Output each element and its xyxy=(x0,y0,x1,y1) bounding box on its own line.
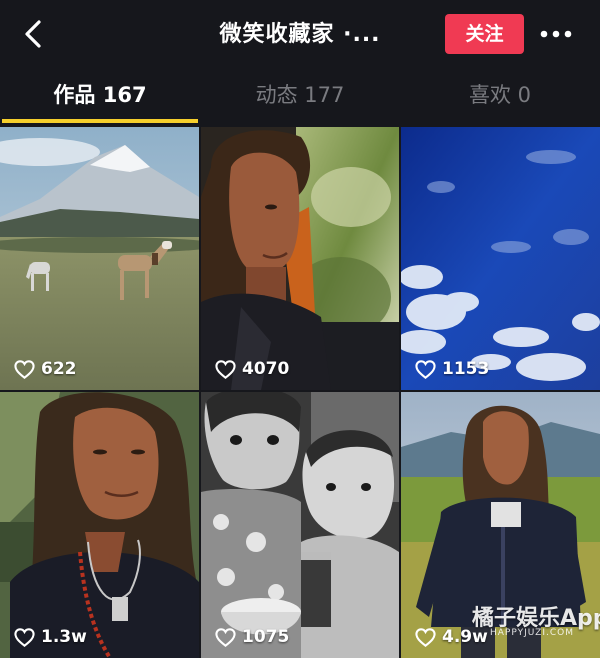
like-count: 622 xyxy=(14,359,77,379)
heart-icon xyxy=(14,627,35,647)
like-count-value: 1153 xyxy=(442,359,490,379)
heart-icon xyxy=(215,359,236,379)
video-thumbnail[interactable]: 1.3w xyxy=(0,392,199,658)
active-tab-indicator xyxy=(2,119,198,123)
back-button[interactable] xyxy=(18,18,50,50)
children-bw-image xyxy=(201,392,399,658)
heart-icon xyxy=(215,627,236,647)
video-thumbnail[interactable]: 4070 xyxy=(201,127,399,390)
blue-sky-image xyxy=(401,127,600,390)
video-grid: 622 4070 1153 1.3w 1075 4.9w xyxy=(0,127,600,658)
like-count: 4070 xyxy=(215,359,289,379)
chevron-left-icon xyxy=(25,20,41,48)
heart-icon xyxy=(415,359,436,379)
man-necklace-image xyxy=(0,392,199,658)
follow-button[interactable]: 关注 xyxy=(445,14,524,54)
video-thumbnail[interactable]: 1075 xyxy=(201,392,399,658)
horses-landscape-image xyxy=(0,127,199,390)
heart-icon xyxy=(14,359,35,379)
profile-tabs: 作品 167 动态 177 喜欢 0 xyxy=(0,68,600,123)
like-count-value: 1.3w xyxy=(41,627,87,647)
like-count: 1075 xyxy=(215,627,289,647)
heart-icon xyxy=(415,627,436,647)
more-button[interactable] xyxy=(538,22,574,46)
tab-moments[interactable]: 动态 177 xyxy=(200,68,400,123)
page-title: 微笑收藏家 ·... xyxy=(219,22,381,47)
like-count: 1153 xyxy=(415,359,489,379)
like-count-value: 622 xyxy=(41,359,77,379)
tab-likes[interactable]: 喜欢 0 xyxy=(400,68,600,123)
like-count-value: 4070 xyxy=(242,359,290,379)
site-watermark: 橘子娱乐App HAPPYJUZI.COM xyxy=(470,600,600,658)
video-thumbnail[interactable]: 622 xyxy=(0,127,199,390)
tab-works[interactable]: 作品 167 xyxy=(0,68,200,123)
like-count: 1.3w xyxy=(14,627,87,647)
like-count-value: 1075 xyxy=(242,627,290,647)
watermark-url: HAPPYJUZI.COM xyxy=(490,628,574,638)
man-in-car-image xyxy=(201,127,399,390)
more-dots-icon xyxy=(540,30,572,38)
top-bar: 微笑收藏家 ·... 关注 xyxy=(0,0,600,68)
video-thumbnail[interactable]: 1153 xyxy=(401,127,600,390)
